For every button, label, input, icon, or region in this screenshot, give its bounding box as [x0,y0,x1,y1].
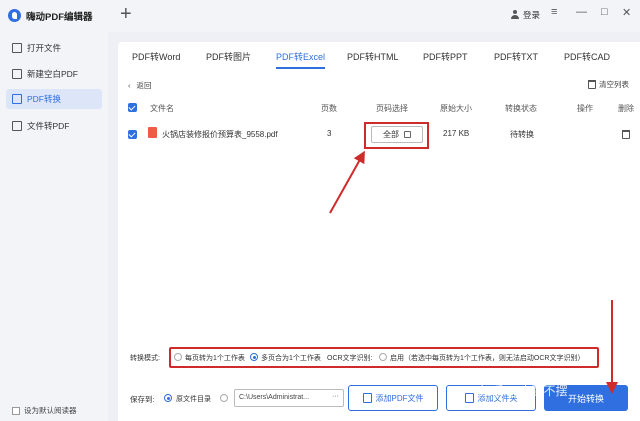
tab-pdf-to-txt[interactable]: PDF转TXT [494,50,538,63]
sidebar: 打开文件 新建空白PDF PDF转换 文件转PDF 设为默认阅读器 [0,32,108,421]
sidebar-item-label: 新建空白PDF [27,69,79,79]
save-path-input[interactable]: C:\Users\Administrat... ··· [234,389,344,407]
default-reader-option[interactable]: 设为默认阅读器 [12,405,77,416]
clear-list-label: 清空列表 [599,80,629,89]
tab-pdf-to-word[interactable]: PDF转Word [132,50,180,63]
column-header-action: 操作 [577,104,593,113]
file-icon [12,121,22,131]
sidebar-item-label: 文件转PDF [27,121,70,131]
browse-more-icon[interactable]: ··· [332,393,339,400]
row-pages: 3 [327,129,332,138]
column-header-size: 原始大小 [440,104,472,113]
add-pdf-file-label: 添加PDF文件 [375,393,424,403]
radio-merge-pages-sheet[interactable] [250,353,258,361]
tab-pdf-to-cad[interactable]: PDF转CAD [564,50,610,63]
tab-pdf-to-html[interactable]: PDF转HTML [347,50,399,63]
back-button[interactable]: ‹ 返回 [128,80,152,91]
row-filename: 火锅店装修报价预算表_9558.pdf [162,130,278,139]
radio-ocr-enable[interactable] [379,353,387,361]
row-status: 待转换 [510,130,534,139]
column-header-delete: 删除 [618,104,634,113]
ocr-label: OCR文字识别: [327,355,373,362]
app-logo-icon [8,9,21,22]
main-panel: PDF转Word PDF转图片 PDF转Excel PDF转HTML PDF转P… [118,42,640,421]
sidebar-item-label: PDF转换 [27,94,62,104]
close-button[interactable]: ✕ [622,6,631,19]
menu-button[interactable]: ≡ [551,6,557,18]
column-header-filename: 文件名 [150,104,174,113]
watermark-text: 知乎 @小董不摆 [480,384,568,398]
sidebar-item-new-blank-pdf[interactable]: 新建空白PDF [6,64,102,84]
tab-pdf-to-excel[interactable]: PDF转Excel [276,50,326,69]
back-label: 返回 [136,81,152,90]
tab-pdf-to-image[interactable]: PDF转图片 [206,50,251,63]
trash-icon [588,80,596,89]
sidebar-item-pdf-convert[interactable]: PDF转换 [6,89,102,109]
convert-tabs: PDF转Word PDF转图片 PDF转Excel PDF转HTML PDF转P… [118,42,640,70]
row-size: 217 KB [443,129,470,138]
convert-icon [12,94,22,104]
column-header-status: 转换状态 [505,104,537,113]
pdf-file-icon [148,127,157,138]
clear-list-button[interactable]: 清空列表 [588,79,629,90]
app-title: 嗨动PDF编辑器 [26,12,93,23]
minimize-button[interactable]: — [576,6,587,18]
row-delete-trash-icon[interactable] [622,130,630,139]
default-reader-label: 设为默认阅读器 [24,406,77,415]
new-tab-plus-button[interactable]: + [120,4,132,24]
add-file-icon [362,393,372,403]
radio-each-page-sheet[interactable] [174,353,182,361]
image-icon [12,69,22,79]
chevron-left-icon: ‹ [128,81,131,90]
sidebar-item-file-to-pdf[interactable]: 文件转PDF [6,116,102,136]
folder-icon [464,393,474,403]
sidebar-item-label: 打开文件 [27,43,62,53]
option-merge-pages-sheet-label: 多页合为1个工作表 [261,355,321,362]
table-header: 文件名 页数 页码选择 原始大小 转换状态 操作 删除 [118,100,640,118]
start-convert-label: 开始转换 [567,393,604,404]
ocr-enable-label: 启用（若选中每页转为1个工作表，则无法启动OCR文字识别） [390,355,585,362]
save-to-label: 保存到: [130,395,155,404]
default-reader-checkbox[interactable] [12,406,20,415]
select-all-checkbox[interactable] [128,103,137,112]
option-each-page-sheet-label: 每页转为1个工作表 [185,355,245,362]
column-header-page-select: 页码选择 [376,104,408,113]
page-select-label: 全部 [383,130,399,139]
original-directory-label: 原文件目录 [176,396,211,403]
add-pdf-file-button[interactable]: 添加PDF文件 [348,385,438,411]
save-path-value: C:\Users\Administrat... [239,394,310,401]
sidebar-item-open-file[interactable]: 打开文件 [6,38,102,58]
conversion-mode-row: 转换模式: 每页转为1个工作表 多页合为1个工作表 OCR文字识别: 启用（若选… [126,347,636,368]
conversion-mode-label: 转换模式: [130,355,160,362]
user-icon [510,10,520,20]
maximize-button[interactable]: □ [601,6,608,18]
row-checkbox[interactable] [128,130,137,139]
login-button[interactable]: 登录 [510,9,540,21]
radio-original-directory[interactable] [164,394,172,402]
column-header-pages: 页数 [321,104,337,113]
tab-pdf-to-ppt[interactable]: PDF转PPT [423,50,468,63]
title-bar: 嗨动PDF编辑器 + 登录 ≡ — □ ✕ [0,0,640,32]
folder-icon [12,43,22,53]
page-select-button[interactable]: 全部 [371,126,423,143]
radio-custom-directory[interactable] [220,394,228,402]
edit-icon [404,131,411,138]
login-label: 登录 [523,10,541,20]
